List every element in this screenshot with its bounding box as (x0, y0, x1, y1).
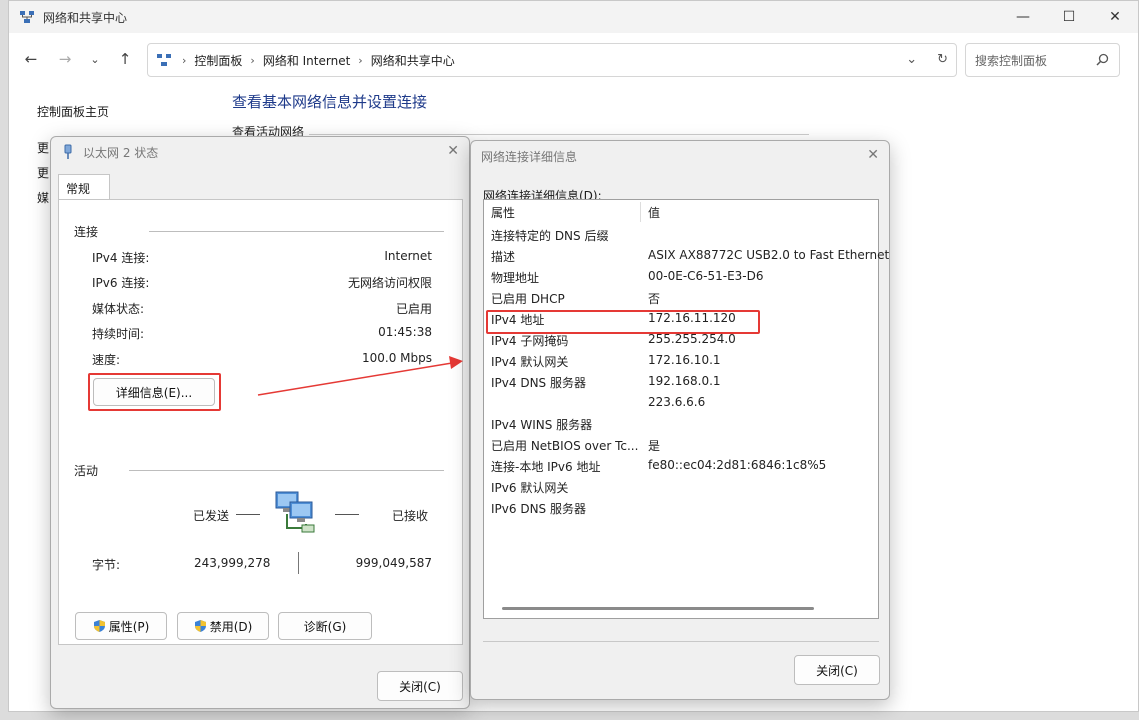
property-cell: 连接特定的 DNS 后缀 (491, 229, 609, 243)
list-item[interactable]: 连接-本地 IPv6 地址 fe80::ec04:2d81:6846:1c8%5 (484, 455, 878, 476)
list-item[interactable]: IPv6 默认网关 (484, 476, 878, 497)
dialog-title: 网络连接详细信息 (481, 149, 578, 164)
list-item[interactable]: IPv4 默认网关 172.16.10.1 (484, 350, 878, 371)
value-cell: 172.16.10.1 (648, 353, 721, 367)
column-header-value[interactable]: 值 (648, 204, 660, 221)
details-list[interactable]: 属性 值 连接特定的 DNS 后缀 描述 ASIX AX88772C USB2.… (483, 199, 889, 619)
value-cell: 223.6.6.6 (648, 395, 706, 409)
property-cell: IPv6 DNS 服务器 (491, 502, 586, 516)
close-button[interactable]: 关闭(C) (794, 655, 880, 685)
list-item[interactable]: IPv6 DNS 服务器 (484, 497, 878, 518)
value-cell: 00-0E-C6-51-E3-D6 (648, 269, 764, 283)
list-item[interactable]: 物理地址 00-0E-C6-51-E3-D6 (484, 266, 878, 287)
property-cell: IPv4 DNS 服务器 (491, 376, 586, 390)
value-cell: 192.168.0.1 (648, 374, 721, 388)
property-cell: IPv4 默认网关 (491, 355, 569, 369)
value-cell: ASIX AX88772C USB2.0 to Fast Ethernet (648, 248, 890, 262)
list-item[interactable]: 连接特定的 DNS 后缀 (484, 224, 878, 245)
property-cell: IPv6 默认网关 (491, 481, 569, 495)
value-cell: 否 (648, 292, 661, 306)
network-details-dialog: 网络连接详细信息 ✕ 网络连接详细信息(D): 属性 值 连接特定的 DNS 后… (470, 140, 890, 700)
horizontal-scrollbar[interactable] (502, 607, 814, 610)
column-header-property[interactable]: 属性 (491, 204, 515, 221)
list-item[interactable]: IPv4 WINS 服务器 (484, 413, 878, 434)
property-cell: 已启用 DHCP (491, 292, 565, 306)
value-cell: fe80::ec04:2d81:6846:1c8%5 (648, 458, 827, 472)
close-icon[interactable]: ✕ (867, 147, 879, 163)
list-item[interactable]: IPv4 DNS 服务器 192.168.0.1 (484, 371, 878, 392)
list-item[interactable]: 223.6.6.6 (484, 392, 878, 413)
property-cell: 连接-本地 IPv6 地址 (491, 460, 601, 474)
divider (640, 202, 641, 222)
list-item[interactable]: 已启用 NetBIOS over Tc... 是 (484, 434, 878, 455)
dialog-title-bar: 网络连接详细信息 (471, 141, 889, 171)
property-cell: 物理地址 (491, 271, 540, 285)
property-cell: IPv4 子网掩码 (491, 334, 569, 348)
divider (483, 641, 879, 642)
property-cell: IPv4 WINS 服务器 (491, 418, 593, 432)
list-item[interactable]: 描述 ASIX AX88772C USB2.0 to Fast Ethernet (484, 245, 889, 266)
value-cell: 255.255.254.0 (648, 332, 736, 346)
property-cell: 描述 (491, 250, 516, 264)
list-item[interactable]: 已启用 DHCP 否 (484, 287, 878, 308)
property-cell: 已启用 NetBIOS over Tc... (491, 439, 639, 453)
value-cell: 是 (648, 439, 661, 453)
ipv4-highlight-box (486, 310, 760, 334)
